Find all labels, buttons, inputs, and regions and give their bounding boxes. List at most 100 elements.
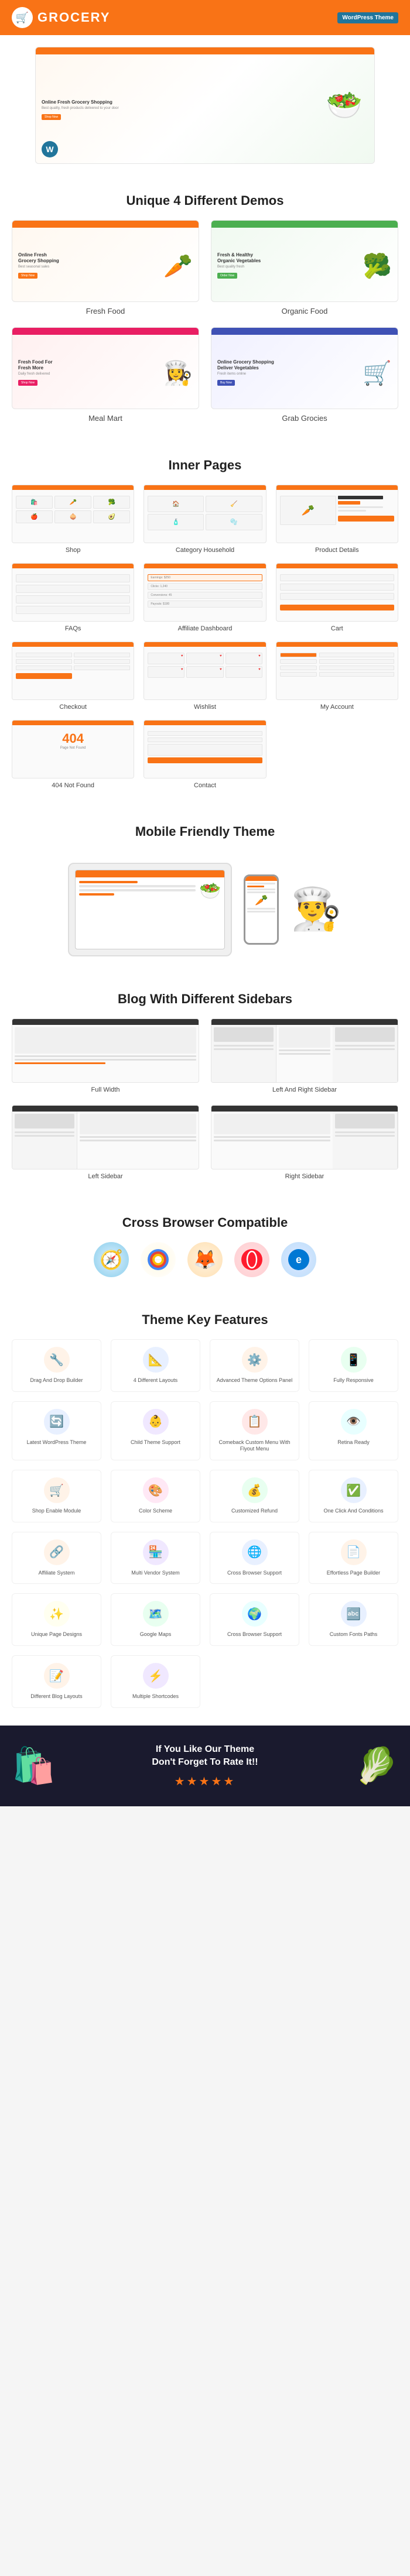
- desktop-screen: 🥗: [75, 870, 225, 949]
- contact-mini: [148, 724, 262, 763]
- blog-full-line-2: [15, 1059, 196, 1061]
- wishlist-label: Wishlist: [144, 704, 266, 711]
- organic-title: Fresh & HealthyOrganic Vegetables: [217, 252, 261, 265]
- blog-left-sidebar: [12, 1112, 77, 1169]
- footer-text-block: If You Like Our Theme Don't Forget To Ra…: [67, 1743, 343, 1789]
- blog-lr-header: [211, 1019, 398, 1025]
- page-item-product[interactable]: 🥕 Product Details: [276, 485, 398, 554]
- blog-item-lr[interactable]: Left And Right Sidebar: [211, 1018, 398, 1093]
- cross-browser-2-label: Cross Browser Support: [215, 1631, 294, 1638]
- responsive-label: Fully Responsive: [314, 1377, 393, 1384]
- page-item-wishlist[interactable]: ♥ ♥ ♥ ♥ ♥: [144, 642, 266, 711]
- page-builder-label: Effortless Page Builder: [314, 1570, 393, 1577]
- shortcodes-icon: ⚡: [143, 1663, 169, 1689]
- footer-cta: 🛍️ If You Like Our Theme Don't Forget To…: [0, 1726, 410, 1806]
- page-item-404[interactable]: 404 Page Not Found 404 Not Found: [12, 720, 134, 789]
- grab-text: Online Grocery ShoppingDeliver Vegetable…: [217, 359, 274, 387]
- product-inner: 🥕: [276, 485, 398, 543]
- organic-label: Organic Food: [211, 307, 398, 315]
- aff-stat-3: Conversions: 45: [148, 592, 262, 599]
- phone-header-bar: [245, 876, 277, 881]
- blog-layouts-icon: 📝: [44, 1663, 70, 1689]
- hero-text-block: Online Fresh Grocery Shopping Best quali…: [42, 100, 119, 121]
- account-menu-2: [280, 659, 317, 664]
- product-price-line: [338, 501, 360, 505]
- faq-item-3: [16, 595, 130, 603]
- faq-label: FAQs: [12, 625, 134, 632]
- blog-item-full[interactable]: Full Width: [12, 1018, 199, 1093]
- category-header: [144, 485, 265, 490]
- theme-options-label: Advanced Theme Options Panel: [215, 1377, 294, 1384]
- blog-left-line-2: [15, 1135, 74, 1137]
- blog-left-main-line-2: [80, 1140, 196, 1141]
- feature-page-builder: 📄 Effortless Page Builder: [309, 1532, 398, 1584]
- blog-lr-right-sidebar: [333, 1025, 398, 1082]
- organic-text: Fresh & HealthyOrganic Vegetables Best q…: [217, 252, 261, 280]
- blog-full-content-wrap: [12, 1025, 199, 1082]
- error-number: 404: [62, 731, 84, 746]
- page-thumb-404: 404 Page Not Found: [12, 720, 134, 778]
- page-item-shop[interactable]: 🛍️ 🥕 🥦 🍎 🧅 🥑 Shop: [12, 485, 134, 554]
- blog-left-main: [77, 1112, 199, 1169]
- product-mini-6: 🥑: [93, 510, 130, 523]
- category-grid: 🏠 🧹 🧴 🫧: [148, 489, 262, 530]
- phone-line-3: [247, 891, 275, 893]
- demo-item-mealmart[interactable]: Fresh Food ForFresh More Daily fresh del…: [12, 327, 199, 423]
- footer-stars[interactable]: ★★★★★: [67, 1774, 343, 1789]
- demo-item-grab[interactable]: Online Grocery ShoppingDeliver Vegetable…: [211, 327, 398, 423]
- vendor-label: Multi Vendor System: [116, 1570, 195, 1577]
- demo-thumb-mealmart: Fresh Food ForFresh More Daily fresh del…: [12, 327, 199, 409]
- wordpress-icon: 🔄: [44, 1409, 70, 1435]
- page-thumb-product: 🥕: [276, 485, 398, 543]
- browser-section: Cross Browser Compatible 🧭 🦊 e: [0, 1198, 410, 1295]
- cross-browser-2-icon: 🌍: [242, 1601, 268, 1627]
- demo-item-fresh[interactable]: Online FreshGrocery Shopping Best season…: [12, 220, 199, 315]
- product-mini-2: 🥕: [54, 496, 91, 509]
- desktop-left-col: [79, 881, 196, 901]
- hero-preview-img: W Online Fresh Grocery Shopping Best qua…: [35, 47, 375, 164]
- wishlist-heart-2: ♥: [220, 654, 222, 658]
- faq-item-4: [16, 606, 130, 614]
- page-item-account[interactable]: My Account: [276, 642, 398, 711]
- blog-left-main-img: [80, 1114, 196, 1134]
- checkout-inner: [12, 642, 134, 699]
- page-builder-icon: 📄: [341, 1539, 367, 1565]
- blog-left-content: [12, 1112, 199, 1169]
- organic-header-bar: [211, 221, 398, 228]
- shop-header: [12, 485, 134, 490]
- hero-title: Online Fresh Grocery Shopping: [42, 100, 119, 105]
- page-item-checkout[interactable]: Checkout: [12, 642, 134, 711]
- demo-thumb-organic: Fresh & HealthyOrganic Vegetables Best q…: [211, 220, 398, 302]
- mealmart-thumb-inner: Fresh Food ForFresh More Daily fresh del…: [12, 328, 199, 409]
- feature-custom-menu: 📋 Comeback Custom Menu With Flyout Menu: [210, 1401, 299, 1460]
- blog-lr-content: [211, 1025, 398, 1082]
- organic-thumb-inner: Fresh & HealthyOrganic Vegetables Best q…: [211, 221, 398, 301]
- footer-cta-line2: Don't Forget To Rate It!!: [67, 1756, 343, 1769]
- faq-inner: [12, 564, 134, 621]
- page-item-affiliate[interactable]: Earnings: $250 Clicks: 1,240 Conversions…: [144, 563, 266, 632]
- wishlist-mini: ♥ ♥ ♥ ♥ ♥: [148, 646, 262, 678]
- contact-field-2: [148, 738, 262, 742]
- blog-lr-side-img-1: [214, 1027, 274, 1042]
- hero-cta-button[interactable]: Shop Now: [42, 114, 61, 120]
- checkout-field-3: [16, 666, 72, 670]
- demos-section: Unique 4 Different Demos Online FreshGro…: [0, 176, 410, 440]
- feature-shortcodes: ⚡ Multiple Shortcodes: [111, 1655, 200, 1708]
- demo-item-organic[interactable]: Fresh & HealthyOrganic Vegetables Best q…: [211, 220, 398, 315]
- aff-stat-4: Payouts: $180: [148, 601, 262, 608]
- page-item-faq[interactable]: FAQs: [12, 563, 134, 632]
- custom-fonts-icon: 🔤: [341, 1601, 367, 1627]
- blog-thumb-lr: [211, 1018, 398, 1083]
- hero-subtitle: Best quality, fresh products delivered t…: [42, 107, 119, 110]
- 404-header: [12, 721, 134, 725]
- page-item-contact[interactable]: Contact: [144, 720, 266, 789]
- theme-options-icon: ⚙️: [242, 1347, 268, 1373]
- page-item-category[interactable]: 🏠 🧹 🧴 🫧 Category Household: [144, 485, 266, 554]
- blog-lr-main-img: [279, 1027, 330, 1048]
- blog-item-right[interactable]: Right Sidebar: [211, 1105, 398, 1180]
- blog-item-left[interactable]: Left Sidebar: [12, 1105, 199, 1180]
- svg-text:e: e: [296, 1254, 302, 1265]
- affiliate-feat-icon: 🔗: [44, 1539, 70, 1565]
- page-item-cart[interactable]: Cart: [276, 563, 398, 632]
- hero-header-bar: [36, 47, 374, 54]
